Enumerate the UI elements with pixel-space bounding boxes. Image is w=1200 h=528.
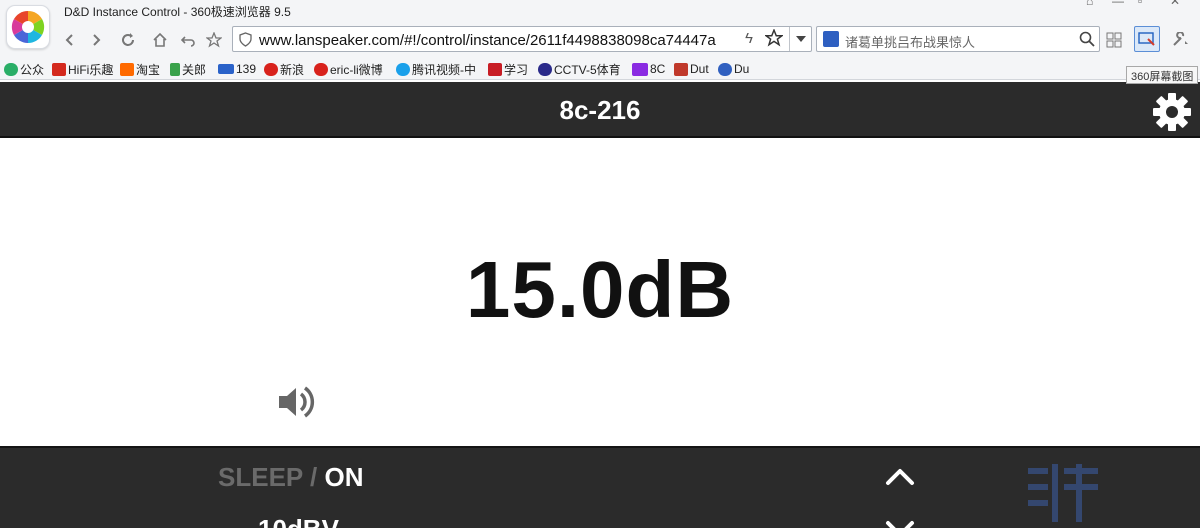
undo-close-icon[interactable]: [178, 30, 198, 50]
diy-icon: [632, 62, 648, 76]
bookmark-item[interactable]: 新浪: [264, 61, 304, 77]
bookmark-label: 公众: [20, 62, 45, 77]
home-icon[interactable]: [150, 30, 170, 50]
cctv-icon: [538, 62, 552, 76]
screenshot-icon[interactable]: [1134, 26, 1160, 52]
watermark-logo: [1022, 462, 1192, 526]
moon-icon: [878, 380, 911, 414]
bookmark-label: 新浪: [280, 62, 305, 77]
bookmark-item[interactable]: 139: [218, 61, 256, 77]
sleep-button[interactable]: [874, 376, 918, 420]
bookmark-item[interactable]: Du: [718, 61, 749, 77]
search-engine-icon[interactable]: [823, 31, 839, 47]
hifi-icon: [52, 62, 66, 76]
bookmark-item[interactable]: 8C: [632, 61, 665, 77]
volume-area: 15.0dB: [0, 138, 1200, 446]
bookmark-item[interactable]: Dut: [674, 61, 709, 77]
settings-button[interactable]: [1150, 90, 1194, 134]
bookmark-label: 淘宝: [136, 62, 161, 77]
window-title: D&D Instance Control - 360极速浏览器 9.5: [64, 5, 291, 19]
gear-icon[interactable]: [1150, 90, 1194, 134]
volume-down-button[interactable]: [884, 518, 916, 528]
instance-title: 8c-216: [559, 95, 641, 125]
browser-navbar: www.lanspeaker.com/#!/control/instance/2…: [0, 24, 1200, 56]
search-input[interactable]: 诸葛单挑吕布战果惊人: [816, 26, 1100, 52]
bookmark-item[interactable]: 学习: [488, 61, 528, 77]
chevron-up-icon: [886, 469, 914, 485]
bookmark-item[interactable]: 淘宝: [120, 61, 160, 77]
bookmark-label: 学习: [504, 62, 529, 77]
volume-up-button[interactable]: [884, 464, 916, 488]
minimize-icon[interactable]: ―: [1112, 0, 1124, 8]
mute-button[interactable]: [276, 382, 318, 422]
app-header: 8c-216: [0, 82, 1200, 138]
sleep-separator: /: [310, 462, 318, 492]
bookmark-item[interactable]: eric-li微博: [314, 61, 383, 77]
address-bar[interactable]: www.lanspeaker.com/#!/control/instance/2…: [232, 26, 812, 52]
window-control-icon[interactable]: ⌂: [1086, 0, 1093, 8]
tools-wrench-icon[interactable]: [1170, 30, 1190, 50]
sina-icon: [264, 62, 278, 76]
bookmark-item[interactable]: 关郎: [170, 61, 206, 77]
bookmark-label: Dut: [690, 62, 709, 76]
taobao-icon: [120, 62, 134, 76]
bookmark-label: HiFi乐趣: [68, 62, 114, 77]
bookmark-item[interactable]: HiFi乐趣: [52, 61, 113, 77]
search-text[interactable]: 诸葛单挑吕布战果惊人: [845, 32, 975, 51]
bookmark-label: 腾讯视频-中: [412, 62, 476, 77]
search-icon[interactable]: [1079, 31, 1095, 52]
control-panel: SLEEP / ON 10dBV: [0, 446, 1200, 528]
bookmarks-bar: 公众 HiFi乐趣 淘宝 关郎 139 新浪 eric-li微博 腾讯视频-中 …: [0, 56, 1200, 80]
back-icon[interactable]: [60, 30, 80, 50]
speaker-icon: [279, 386, 315, 418]
bookmark-item[interactable]: 腾讯视频-中: [396, 61, 476, 77]
bookmark-label: 139: [236, 62, 257, 76]
sleep-label: SLEEP: [218, 462, 303, 492]
wechat-icon: [4, 62, 18, 76]
dropdown-icon[interactable]: [789, 27, 811, 51]
bookmark-star-icon[interactable]: [763, 28, 785, 52]
dut-icon: [674, 62, 688, 76]
bookmark-item[interactable]: CCTV-5体育: [538, 61, 621, 77]
bookmark-label: CCTV-5体育: [554, 62, 621, 77]
favorite-star-icon[interactable]: [204, 30, 224, 50]
tooltip: 360屏幕截图: [1126, 66, 1199, 84]
restore-icon[interactable]: ▫: [1138, 0, 1142, 8]
study-icon: [488, 62, 502, 76]
browser-titlebar: D&D Instance Control - 360极速浏览器 9.5 ⌂ ― …: [0, 0, 1200, 24]
guanlang-icon: [170, 62, 180, 76]
bookmark-label: eric-li微博: [330, 62, 383, 77]
lightning-icon[interactable]: ϟ: [745, 30, 753, 47]
mail139-icon: [218, 64, 234, 74]
security-shield-icon: [239, 32, 252, 52]
bookmark-label: 8C: [650, 62, 666, 76]
bookmark-label: 关郎: [182, 62, 207, 77]
sleep-toggle[interactable]: SLEEP / ON: [218, 462, 363, 493]
gain-readout: 10dBV: [258, 514, 339, 528]
apps-grid-icon[interactable]: [1104, 30, 1124, 50]
tencent-video-icon: [396, 62, 410, 76]
refresh-icon[interactable]: [118, 30, 138, 50]
url-text[interactable]: www.lanspeaker.com/#!/control/instance/2…: [259, 32, 737, 49]
volume-readout: 15.0dB: [465, 245, 735, 334]
close-icon[interactable]: ✕: [1170, 0, 1180, 8]
bookmark-item[interactable]: 公众: [4, 61, 44, 77]
baidu-icon: [718, 62, 732, 76]
bookmark-label: Du: [734, 62, 750, 76]
forward-icon[interactable]: [86, 30, 106, 50]
chevron-down-icon: [886, 521, 914, 528]
weibo-icon: [314, 62, 328, 76]
browser-logo-icon[interactable]: [6, 5, 50, 49]
sleep-state[interactable]: ON: [324, 462, 363, 492]
